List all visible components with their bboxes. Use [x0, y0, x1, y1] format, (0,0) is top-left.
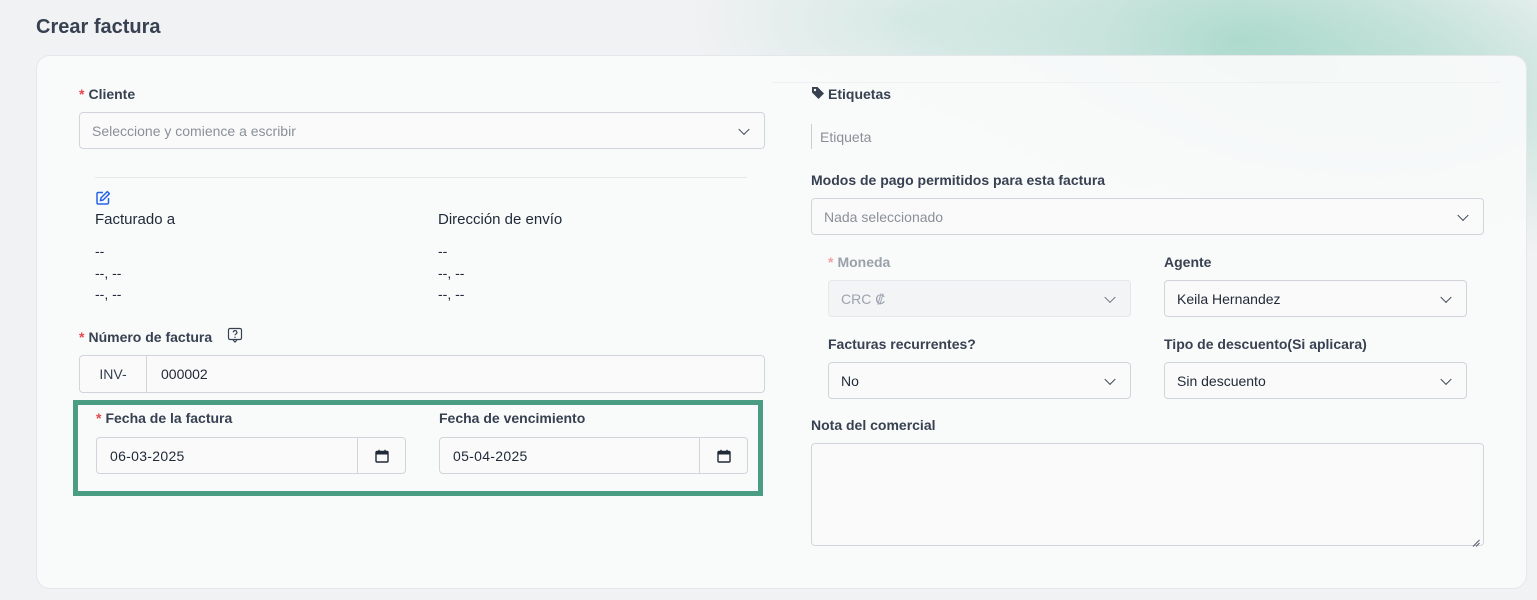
- required-mark: *: [828, 254, 834, 270]
- client-label-text: Cliente: [88, 86, 136, 102]
- tag-icon: [811, 86, 825, 100]
- payment-modes-select[interactable]: Nada seleccionado: [811, 198, 1484, 235]
- agent-value: Keila Hernandez: [1177, 290, 1281, 307]
- card-top-divider: [772, 82, 1500, 83]
- currency-label: * Moneda: [828, 254, 890, 270]
- edit-icon[interactable]: [95, 190, 111, 206]
- billing-title: Facturado a: [95, 211, 176, 228]
- invoice-date-field: 06-03-2025: [96, 437, 406, 474]
- billing-line-3: --, --: [95, 286, 122, 302]
- required-mark: *: [79, 329, 85, 345]
- chevron-down-icon: [1457, 209, 1469, 221]
- currency-select: CRC ₡: [828, 280, 1131, 317]
- calendar-icon: [716, 449, 731, 463]
- chevron-down-icon: [1440, 373, 1452, 385]
- admin-note-label: Nota del comercial: [811, 417, 936, 433]
- shipping-line-2: --, --: [438, 265, 465, 281]
- agent-select[interactable]: Keila Hernandez: [1164, 280, 1467, 317]
- help-icon[interactable]: [227, 327, 243, 343]
- invoice-prefix: INV-: [80, 356, 147, 392]
- invoice-number-label: * Número de factura: [79, 329, 212, 345]
- invoice-date-label-text: Fecha de la factura: [105, 410, 233, 426]
- invoice-number-input[interactable]: 000002: [147, 356, 764, 392]
- due-date-label: Fecha de vencimiento: [439, 410, 586, 426]
- chevron-down-icon: [1104, 291, 1116, 303]
- shipping-line-1: --: [438, 243, 448, 259]
- chevron-down-icon: [1440, 291, 1452, 303]
- invoice-date-input[interactable]: 06-03-2025: [97, 438, 357, 473]
- address-divider: [95, 177, 747, 178]
- tags-label: Etiquetas: [828, 86, 892, 102]
- invoice-date-picker-button[interactable]: [357, 438, 405, 473]
- client-label: * Cliente: [79, 86, 135, 102]
- discount-type-select[interactable]: Sin descuento: [1164, 362, 1467, 399]
- discount-type-value: Sin descuento: [1177, 372, 1266, 389]
- currency-value: CRC ₡: [841, 290, 886, 307]
- currency-label-text: Moneda: [837, 254, 891, 270]
- agent-label: Agente: [1164, 254, 1212, 270]
- payment-modes-placeholder: Nada seleccionado: [824, 208, 944, 225]
- required-mark: *: [96, 410, 102, 426]
- discount-type-label: Tipo de descuento(Si aplicara): [1164, 336, 1367, 352]
- admin-note-textarea[interactable]: [811, 443, 1484, 547]
- client-select[interactable]: Seleccione y comience a escribir: [79, 112, 765, 149]
- billing-line-2: --, --: [95, 265, 122, 281]
- invoice-number-label-text: Número de factura: [88, 329, 213, 345]
- due-date-input[interactable]: 05-04-2025: [440, 438, 699, 473]
- due-date-field: 05-04-2025: [439, 437, 748, 474]
- page-title: Crear factura: [36, 16, 161, 38]
- payment-modes-label: Modos de pago permitidos para esta factu…: [811, 172, 1106, 188]
- resize-grip-icon[interactable]: [1472, 534, 1480, 547]
- recurring-select[interactable]: No: [828, 362, 1131, 399]
- client-select-placeholder: Seleccione y comience a escribir: [92, 122, 296, 139]
- invoice-date-label: * Fecha de la factura: [96, 410, 232, 426]
- shipping-title: Dirección de envío: [438, 211, 563, 228]
- shipping-line-3: --, --: [438, 286, 465, 302]
- invoice-number-field: INV- 000002: [79, 355, 765, 393]
- recurring-label: Facturas recurrentes?: [828, 336, 976, 352]
- recurring-value: No: [841, 372, 859, 389]
- chevron-down-icon: [1104, 373, 1116, 385]
- billing-line-1: --: [95, 243, 105, 259]
- chevron-down-icon: [738, 123, 750, 135]
- calendar-icon: [374, 449, 389, 463]
- due-date-picker-button[interactable]: [699, 438, 747, 473]
- tags-input[interactable]: Etiqueta: [811, 124, 871, 149]
- required-mark: *: [79, 86, 85, 102]
